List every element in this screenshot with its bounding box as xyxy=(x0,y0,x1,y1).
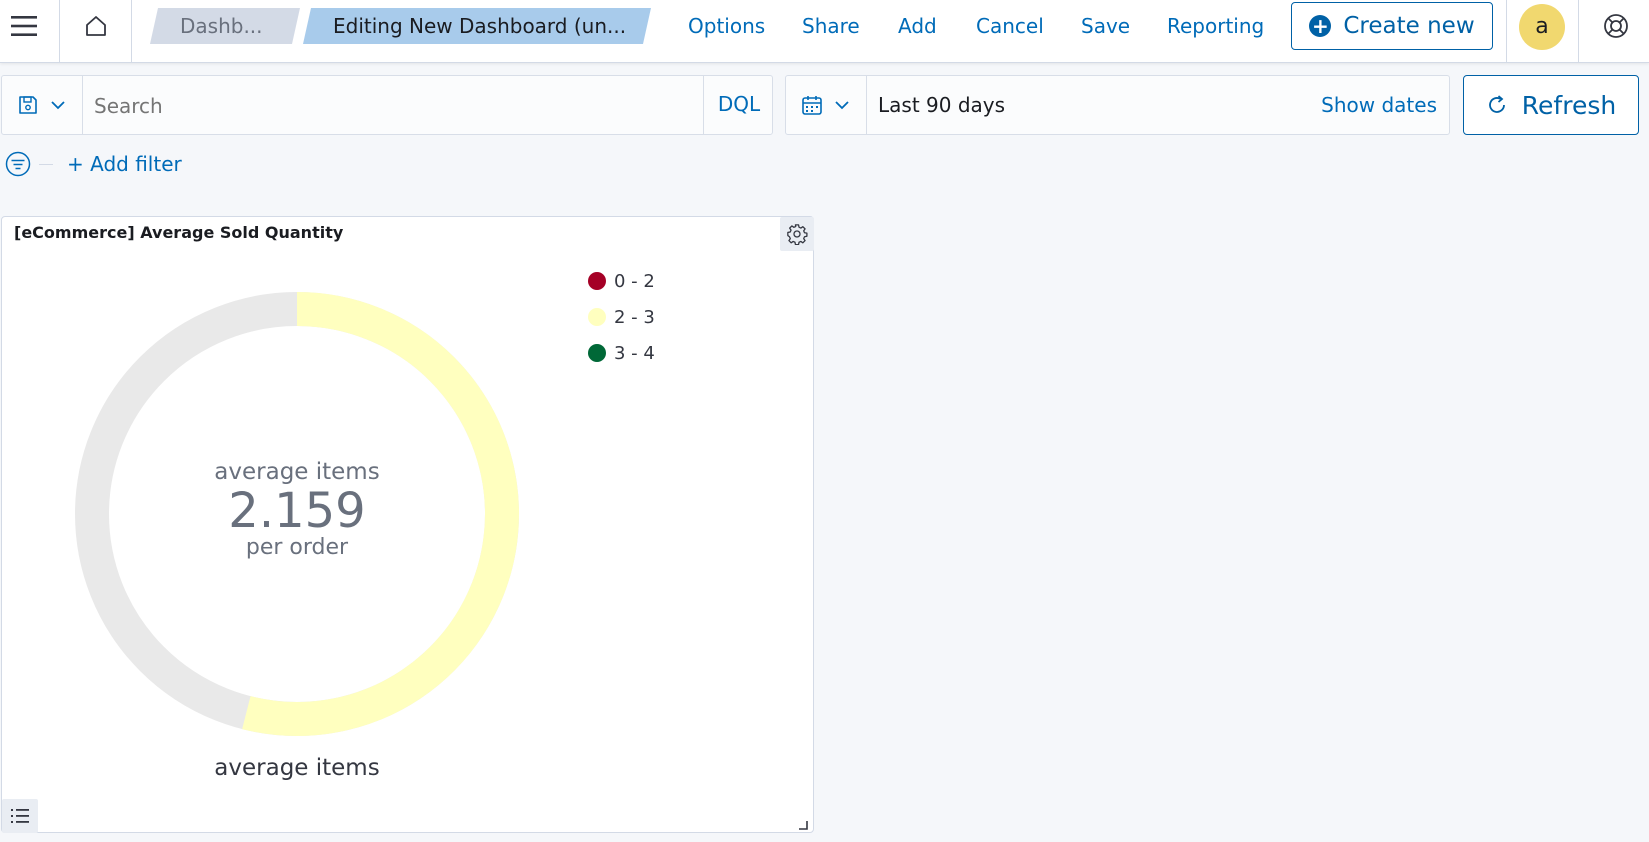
query-language-button[interactable]: DQL xyxy=(703,76,774,134)
help-icon[interactable] xyxy=(1598,8,1634,44)
chevron-down-icon xyxy=(835,101,849,110)
panel-title: [eCommerce] Average Sold Quantity xyxy=(14,223,344,242)
save-link[interactable]: Save xyxy=(1081,12,1130,40)
time-range-text[interactable]: Last 90 days xyxy=(878,76,1005,134)
gear-icon xyxy=(787,224,808,245)
list-icon xyxy=(11,809,29,823)
legend-dot xyxy=(588,308,606,326)
share-link[interactable]: Share xyxy=(802,12,860,40)
date-quick-menu-button[interactable] xyxy=(786,76,867,134)
legend-toggle-button[interactable] xyxy=(2,799,38,833)
gauge-value: 2.159 xyxy=(228,483,366,539)
refresh-button[interactable]: Refresh xyxy=(1463,75,1639,135)
legend-dot xyxy=(588,272,606,290)
chevron-down-icon xyxy=(51,101,65,110)
visualization-panel: [eCommerce] Average Sold Quantity averag… xyxy=(1,216,814,833)
gauge-label-top: average items xyxy=(214,459,380,485)
search-input[interactable] xyxy=(92,86,686,126)
add-link[interactable]: Add xyxy=(898,12,937,40)
saved-query-button[interactable] xyxy=(2,76,83,134)
filter-menu-icon[interactable] xyxy=(4,150,32,178)
legend-item[interactable]: 3 - 4 xyxy=(588,341,655,365)
create-new-label: Create new xyxy=(1343,13,1475,39)
resize-handle-icon[interactable] xyxy=(798,815,808,830)
cancel-link[interactable]: Cancel xyxy=(976,12,1044,40)
create-new-button[interactable]: + Create new xyxy=(1291,2,1493,50)
add-filter-button[interactable]: + Add filter xyxy=(67,150,182,178)
calendar-icon xyxy=(802,96,822,115)
gauge-caption: average items xyxy=(214,755,380,781)
panel-options-button[interactable] xyxy=(780,217,814,251)
breadcrumb-dashboards[interactable]: Dashb... xyxy=(150,8,300,44)
legend-dot xyxy=(588,344,606,362)
legend-label: 2 - 3 xyxy=(614,306,655,328)
options-link[interactable]: Options xyxy=(688,12,765,40)
time-picker: Last 90 days Show dates xyxy=(785,75,1450,135)
filter-divider xyxy=(39,164,53,165)
legend-item[interactable]: 0 - 2 xyxy=(588,269,655,293)
avatar[interactable]: a xyxy=(1519,4,1565,50)
search-bar: DQL xyxy=(1,75,773,135)
top-nav-bar: Dashb... Editing New Dashboard (un... Op… xyxy=(0,0,1649,63)
show-dates-link[interactable]: Show dates xyxy=(1321,76,1437,134)
save-icon xyxy=(19,96,37,114)
gauge-label-bottom: per order xyxy=(245,535,349,560)
legend-label: 3 - 4 xyxy=(614,342,655,364)
refresh-label: Refresh xyxy=(1521,90,1617,120)
legend-item[interactable]: 2 - 3 xyxy=(588,305,655,329)
reporting-link[interactable]: Reporting xyxy=(1167,12,1264,40)
legend-label: 0 - 2 xyxy=(614,270,655,292)
home-icon[interactable] xyxy=(78,8,114,44)
refresh-icon xyxy=(1488,95,1505,113)
plus-circle-icon: + xyxy=(1309,15,1332,37)
breadcrumb-current: Editing New Dashboard (un... xyxy=(303,8,651,44)
menu-icon[interactable] xyxy=(6,8,42,44)
